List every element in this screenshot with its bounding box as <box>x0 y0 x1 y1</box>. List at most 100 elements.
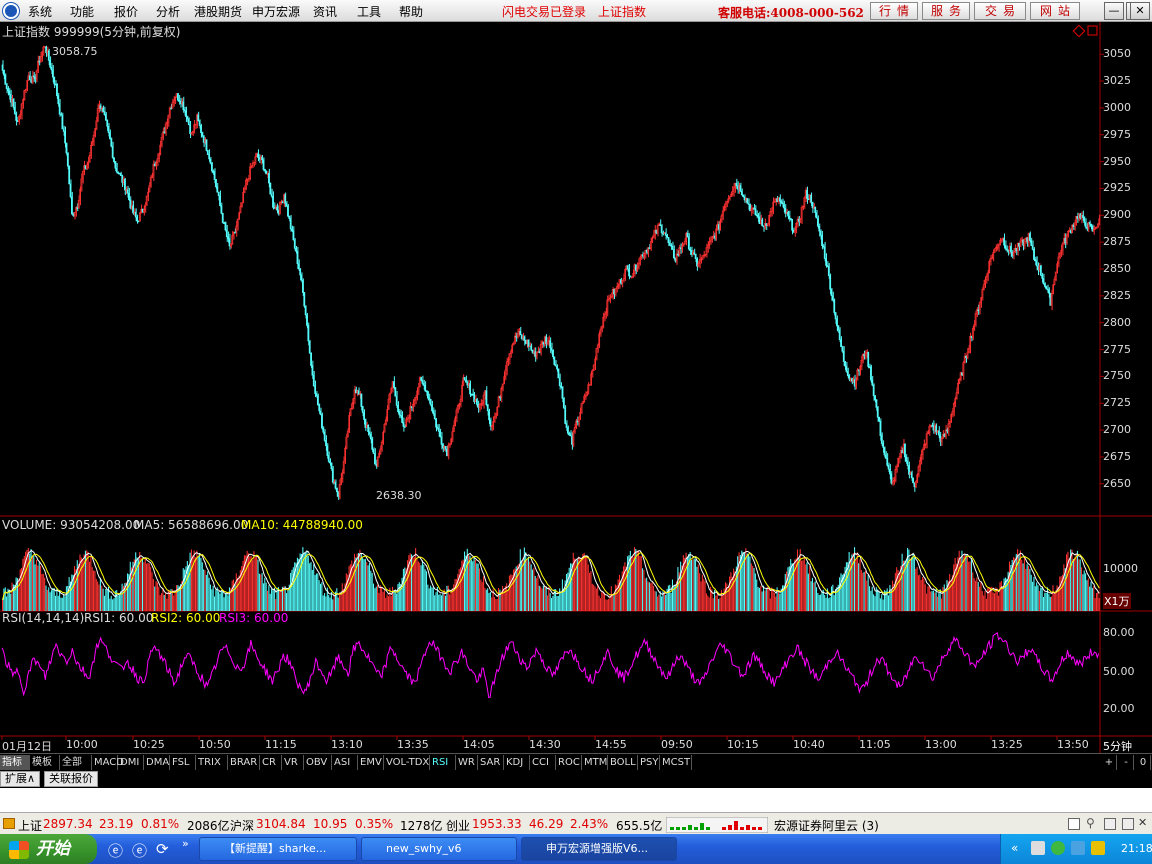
candle <box>393 381 395 388</box>
candle <box>111 146 114 158</box>
menu-hk-futures[interactable]: 港股期货 <box>194 3 242 20</box>
candle <box>626 265 629 270</box>
indicator-tab-brar[interactable]: BRAR <box>228 755 260 770</box>
task-button-swhy[interactable]: 申万宏源增强版V6... <box>521 837 677 861</box>
candle <box>787 211 789 217</box>
volume-bar <box>794 559 796 611</box>
minimize-icon[interactable]: — <box>1104 2 1124 20</box>
indicator-tab-dma[interactable]: DMA <box>144 755 170 770</box>
indicator-tab-mcst[interactable]: MCST <box>660 755 692 770</box>
chevron-icon[interactable]: » <box>182 837 189 850</box>
menu-function[interactable]: 功能 <box>70 3 94 20</box>
indicator-tab-指标[interactable]: 指标 <box>0 755 30 770</box>
panel-icon[interactable] <box>1068 818 1080 830</box>
indicator-tab-模板[interactable]: 模板 <box>30 755 60 770</box>
indicator-tab-vol-tdx[interactable]: VOL-TDX <box>384 755 430 770</box>
tab-control-0[interactable]: + <box>1102 755 1117 770</box>
indicator-tab-trix[interactable]: TRIX <box>196 755 228 770</box>
website-button[interactable]: 网站 <box>1030 2 1080 20</box>
tab-control-2[interactable]: 0 <box>1136 755 1151 770</box>
market-button[interactable]: 行情 <box>870 2 918 20</box>
indicator-tab-roc[interactable]: ROC <box>556 755 582 770</box>
menu-system[interactable]: 系统 <box>28 3 52 20</box>
volume-bar <box>194 557 197 611</box>
tray-network-icon[interactable] <box>1031 841 1045 855</box>
candle <box>556 365 558 370</box>
tab-control-1[interactable]: - <box>1119 755 1134 770</box>
volume-bar <box>65 586 67 611</box>
tray-security-icon[interactable] <box>1051 841 1065 855</box>
expand-tab[interactable]: 扩展∧ <box>0 771 41 787</box>
current-index-link[interactable]: 上证指数 <box>598 3 646 20</box>
task-button-folder[interactable]: new_swhy_v6 <box>361 837 517 861</box>
period-label[interactable]: 5分钟 <box>1103 738 1132 754</box>
candle <box>117 171 119 174</box>
candle <box>263 169 266 172</box>
close-status-icon[interactable]: ✕ <box>1138 816 1147 829</box>
indicator-tab-asi[interactable]: ASI <box>332 755 358 770</box>
candle <box>883 447 886 456</box>
browser-icon[interactable]: ⓔ <box>132 840 147 861</box>
volume-bar <box>275 599 277 611</box>
candle <box>1049 292 1052 306</box>
candle <box>841 346 844 352</box>
candle <box>440 436 443 445</box>
candle <box>225 229 228 238</box>
menu-tools[interactable]: 工具 <box>357 3 381 20</box>
indicator-tab-boll[interactable]: BOLL <box>608 755 638 770</box>
indicator-tab-sar[interactable]: SAR <box>478 755 504 770</box>
service-button[interactable]: 服务 <box>922 2 970 20</box>
indicator-tab-cci[interactable]: CCI <box>530 755 556 770</box>
indicator-tab-dmi[interactable]: DMI <box>118 755 144 770</box>
menu-help[interactable]: 帮助 <box>399 3 423 20</box>
candle <box>851 378 853 382</box>
candle <box>321 414 323 429</box>
y-tick-label: 2700 <box>1103 423 1131 437</box>
menu-news[interactable]: 资讯 <box>313 3 337 20</box>
candle <box>755 214 758 217</box>
volume-bar <box>984 590 986 611</box>
volume-bar <box>965 554 967 611</box>
cy-label[interactable]: 创业 <box>446 817 470 834</box>
indicator-tab-macd[interactable]: MACD <box>92 755 124 770</box>
indicator-tab-mtm[interactable]: MTM <box>582 755 608 770</box>
volume-bar <box>265 582 267 611</box>
task-button-browser[interactable]: 【新提醒】sharke... <box>199 837 357 861</box>
indicator-tab-vr[interactable]: VR <box>282 755 304 770</box>
indicator-tab-全部[interactable]: 全部 <box>60 755 92 770</box>
tray-arrow-icon[interactable]: « <box>1011 841 1018 855</box>
indicator-tab-fsl[interactable]: FSL <box>170 755 196 770</box>
volume-bar <box>582 554 584 611</box>
volume-bar <box>305 553 307 611</box>
login-status[interactable]: 闪电交易已登录 <box>502 3 586 20</box>
candle <box>874 395 876 401</box>
volume-bar <box>1051 596 1053 611</box>
lock-icon[interactable] <box>1104 818 1116 830</box>
refresh-icon[interactable]: ⟳ <box>156 840 169 858</box>
indicator-tab-kdj[interactable]: KDJ <box>504 755 530 770</box>
menu-quote[interactable]: 报价 <box>114 3 138 20</box>
indicator-tab-rsi[interactable]: RSI <box>430 755 456 770</box>
tray-app-icon[interactable] <box>1091 841 1105 855</box>
volume-bar <box>201 562 203 611</box>
settings-icon[interactable] <box>1122 818 1134 830</box>
indicator-tab-cr[interactable]: CR <box>260 755 282 770</box>
ie-icon[interactable]: ⓔ <box>108 840 123 861</box>
volume-bar <box>428 588 430 611</box>
volume-bar <box>1040 587 1042 611</box>
tray-shield-icon[interactable] <box>1071 841 1085 855</box>
sh-label[interactable]: 上证 <box>18 817 42 834</box>
related-quote-tab[interactable]: 关联报价 <box>44 771 98 787</box>
hs-label[interactable]: 沪深 <box>230 817 254 834</box>
trade-button[interactable]: 交易 <box>974 2 1026 20</box>
indicator-tab-wr[interactable]: WR <box>456 755 478 770</box>
candle <box>545 336 547 344</box>
indicator-tab-obv[interactable]: OBV <box>304 755 332 770</box>
indicator-tab-emv[interactable]: EMV <box>358 755 384 770</box>
window-close-icon[interactable]: ✕ <box>1130 2 1150 20</box>
indicator-tab-psy[interactable]: PSY <box>638 755 660 770</box>
menu-swhy[interactable]: 申万宏源 <box>252 3 300 20</box>
candle <box>227 236 229 239</box>
menu-analysis[interactable]: 分析 <box>156 3 180 20</box>
server-name[interactable]: 宏源证券阿里云 (3) <box>774 817 879 834</box>
